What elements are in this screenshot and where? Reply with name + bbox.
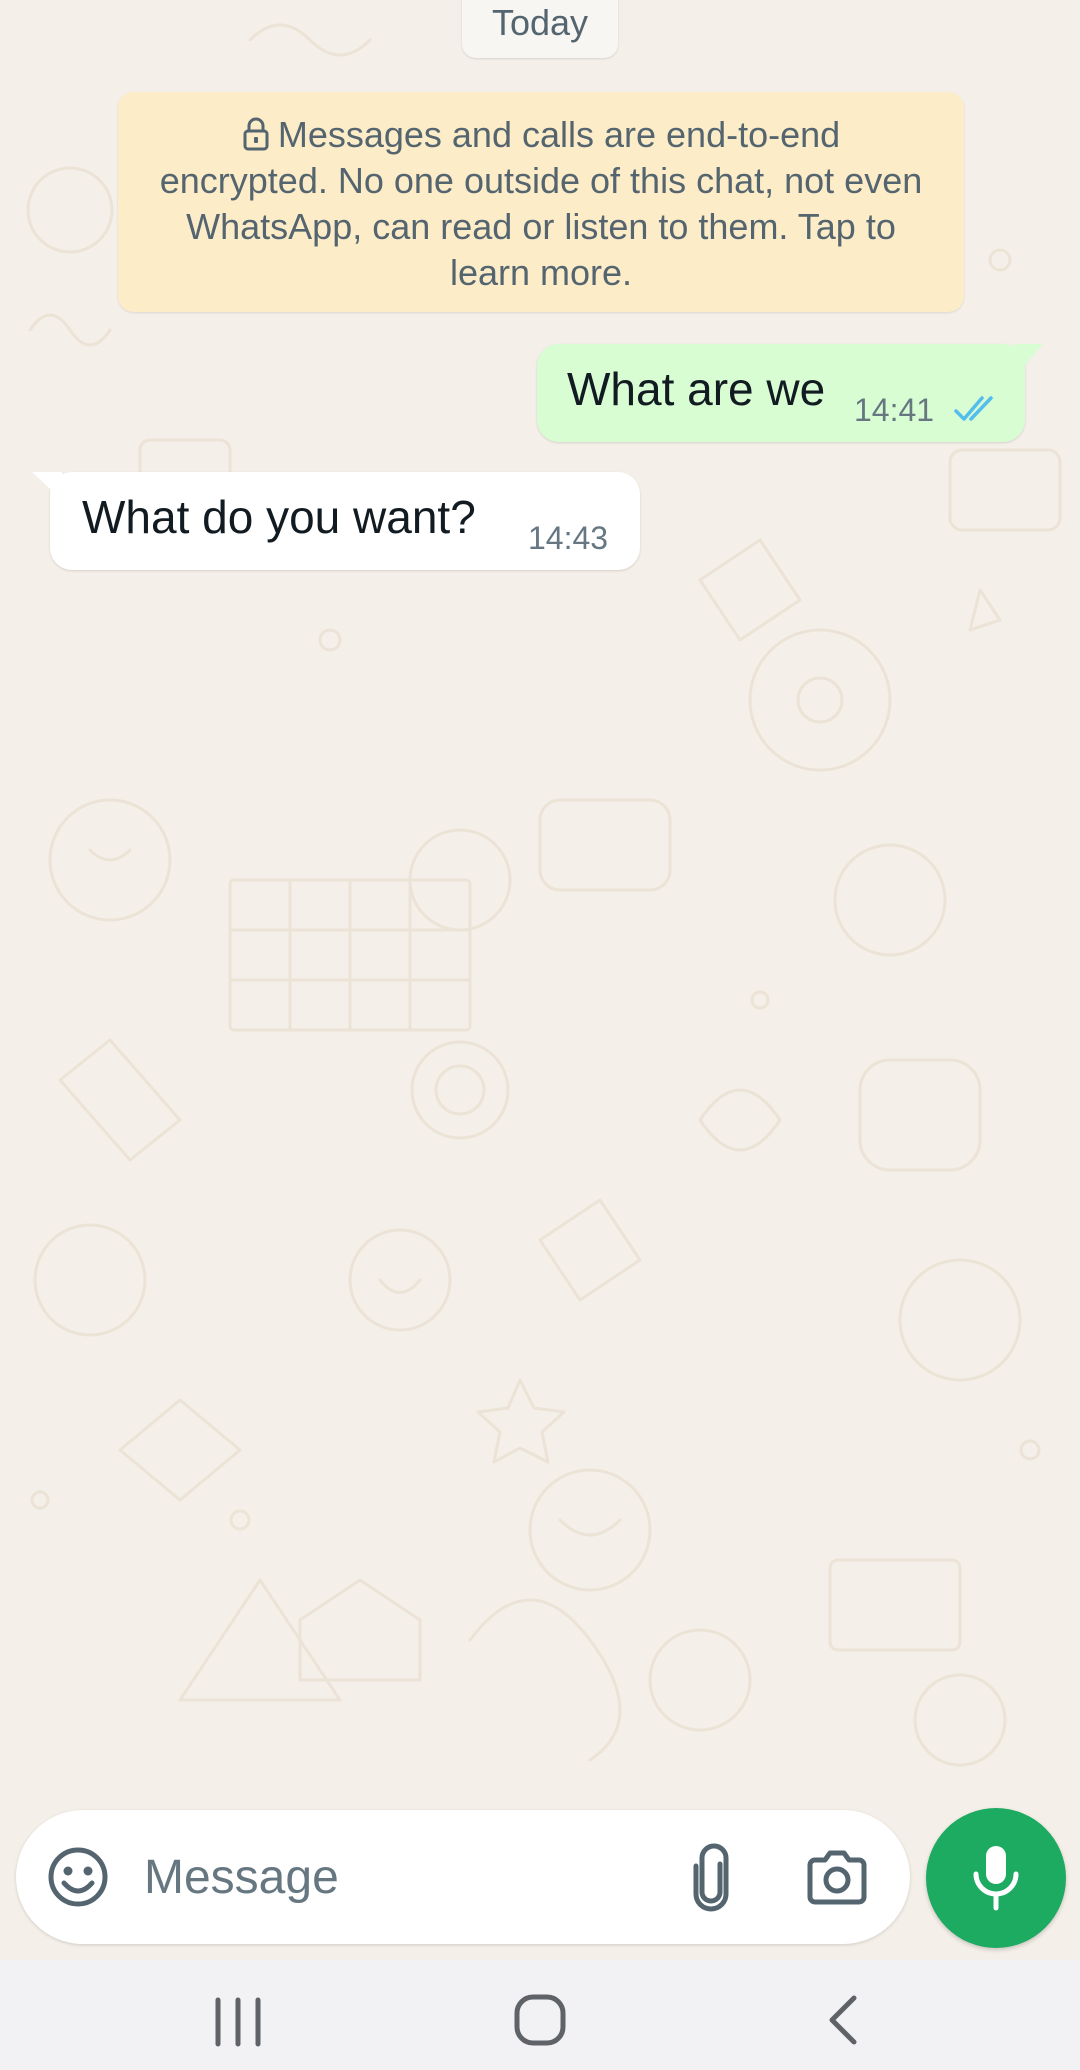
double-check-icon xyxy=(954,396,993,421)
emoji-icon[interactable] xyxy=(46,1845,110,1909)
outgoing-message[interactable]: What are we 14:41 xyxy=(537,344,1043,442)
date-label: Today xyxy=(491,2,589,43)
back-icon[interactable] xyxy=(818,1990,868,2050)
paperclip-icon[interactable] xyxy=(676,1842,746,1912)
encryption-notice-text: Messages and calls are end-to-end encryp… xyxy=(159,114,923,293)
voice-message-button[interactable] xyxy=(926,1808,1066,1948)
chat-area[interactable]: Today Messages and calls are end-to-end … xyxy=(0,0,1080,1960)
message-text: What are we xyxy=(567,363,826,415)
system-navigation-bar xyxy=(0,1960,1080,2070)
camera-icon[interactable] xyxy=(804,1845,870,1909)
encryption-notice[interactable]: Messages and calls are end-to-end encryp… xyxy=(118,92,964,312)
bubble-tail xyxy=(1013,344,1043,372)
message-text: What do you want? xyxy=(82,491,476,543)
home-icon[interactable] xyxy=(510,1990,570,2050)
message-time: 14:43 xyxy=(528,520,609,556)
lock-icon xyxy=(243,117,269,151)
recents-icon[interactable] xyxy=(206,1992,270,2052)
message-composer xyxy=(16,1810,910,1944)
date-chip: Today xyxy=(462,0,618,58)
incoming-message[interactable]: What do you want? 14:43 xyxy=(32,472,640,570)
message-time: 14:41 xyxy=(854,392,935,428)
message-input[interactable] xyxy=(144,1837,644,1917)
microphone-icon xyxy=(973,1846,1019,1911)
bubble-tail xyxy=(32,472,62,500)
